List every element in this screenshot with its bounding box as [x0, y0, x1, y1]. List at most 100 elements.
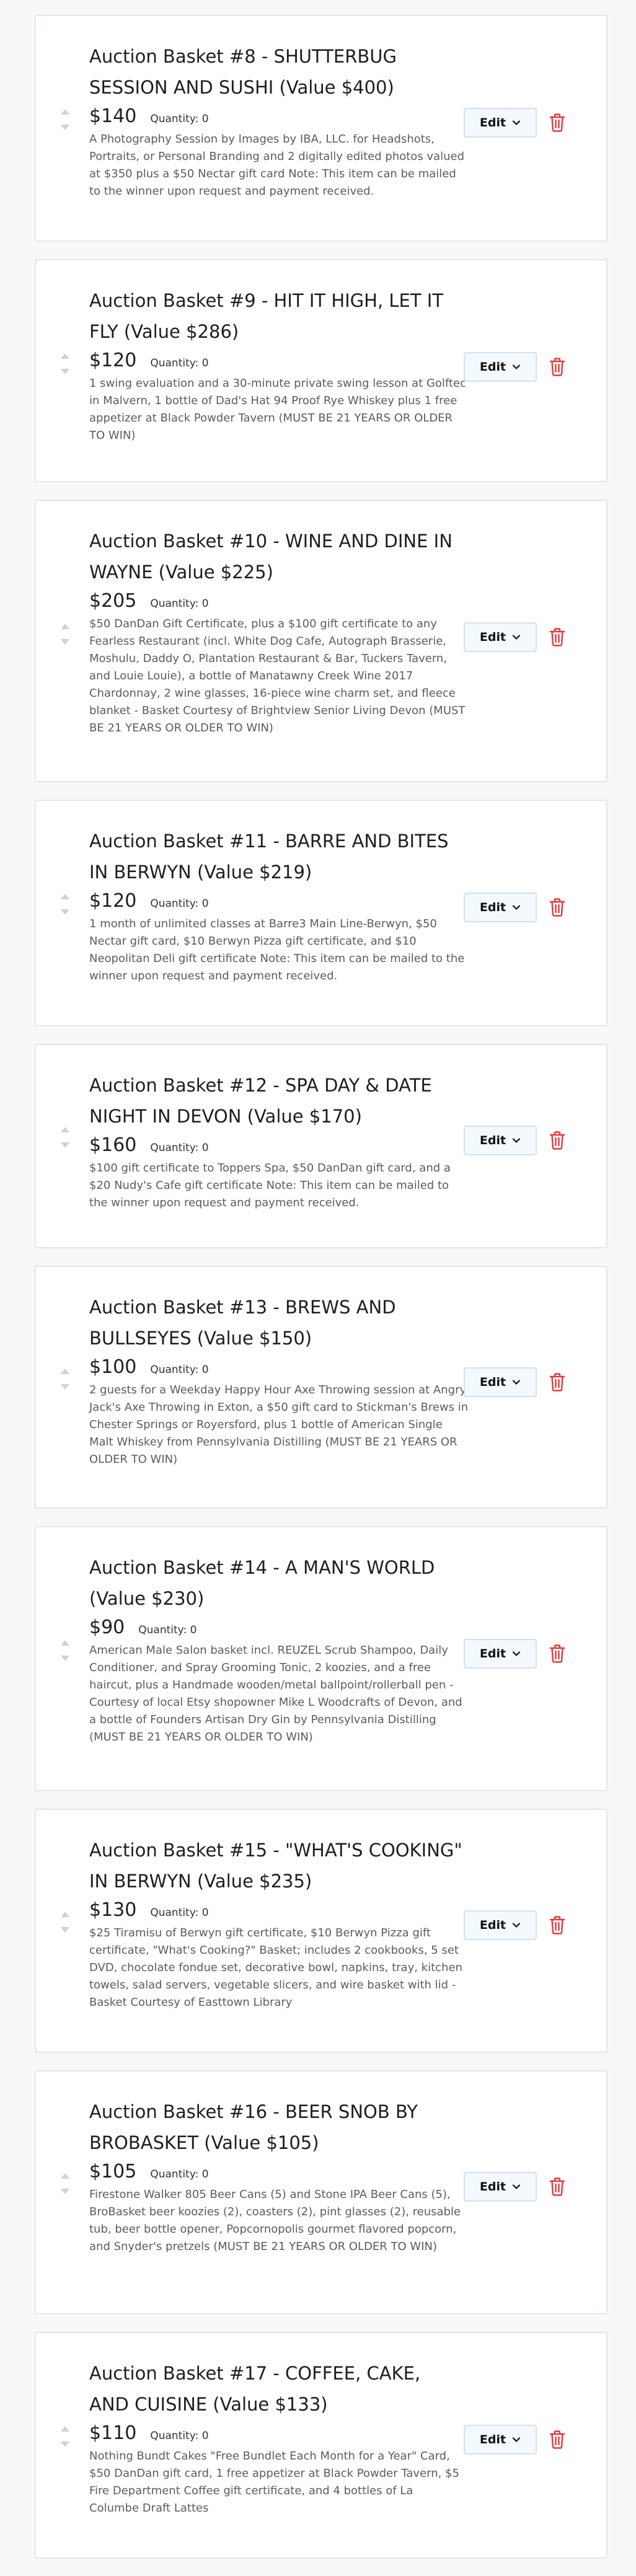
- item-quantity: Quantity: 0: [150, 113, 209, 125]
- item-price: $120: [89, 350, 137, 371]
- sort-down-icon[interactable]: [61, 125, 69, 130]
- edit-button-label: Edit: [479, 360, 506, 374]
- trash-icon[interactable]: [549, 1131, 566, 1150]
- item-meta: $110 Quantity: 0: [89, 2422, 461, 2444]
- edit-button[interactable]: Edit: [464, 1910, 537, 1940]
- item-price: $205: [89, 590, 137, 612]
- sort-up-icon[interactable]: [61, 1127, 69, 1132]
- item-title: Auction Basket #17 - COFFEE, CAKE, AND C…: [89, 2363, 421, 2415]
- item-description: A Photography Session by Images by IBA, …: [89, 133, 465, 198]
- item-description: $100 gift certificate to Toppers Spa, $5…: [89, 1162, 451, 1209]
- auction-item-card: Auction Basket #10 - WINE AND DINE IN WA…: [35, 500, 607, 782]
- item-details: Auction Basket #17 - COFFEE, CAKE, AND C…: [89, 2358, 461, 2517]
- item-title: Auction Basket #14 - A MAN'S WORLD (Valu…: [89, 1557, 435, 1609]
- item-meta: $90 Quantity: 0: [89, 1617, 469, 1638]
- item-details: Auction Basket #9 - HIT IT HIGH, LET IT …: [89, 285, 469, 444]
- reorder-handle[interactable]: [61, 2426, 69, 2455]
- sort-up-icon[interactable]: [61, 2173, 69, 2179]
- sort-up-icon[interactable]: [61, 2426, 69, 2432]
- edit-button[interactable]: Edit: [464, 1367, 537, 1397]
- auction-item-card: Auction Basket #8 - SHUTTERBUG SESSION A…: [35, 15, 607, 242]
- item-details: Auction Basket #12 - SPA DAY & DATE NIGH…: [89, 1070, 461, 1212]
- sort-up-icon[interactable]: [61, 624, 69, 629]
- reorder-handle[interactable]: [61, 894, 69, 922]
- edit-button-label: Edit: [479, 2433, 506, 2446]
- item-meta: $120 Quantity: 0: [89, 890, 469, 912]
- auction-item-card: Auction Basket #12 - SPA DAY & DATE NIGH…: [35, 1044, 607, 1248]
- item-description: $50 DanDan Gift Certificate, plus a $100…: [89, 617, 466, 734]
- item-quantity: Quantity: 0: [150, 1364, 209, 1376]
- sort-up-icon[interactable]: [61, 109, 69, 115]
- sort-down-icon[interactable]: [61, 369, 69, 374]
- reorder-handle[interactable]: [61, 624, 69, 652]
- item-title: Auction Basket #16 - BEER SNOB BY BROBAS…: [89, 2101, 418, 2153]
- edit-button-label: Edit: [479, 1375, 506, 1389]
- sort-up-icon[interactable]: [61, 1912, 69, 1917]
- reorder-handle[interactable]: [61, 1640, 69, 1669]
- edit-button-label: Edit: [479, 901, 506, 914]
- sort-down-icon[interactable]: [61, 2189, 69, 2194]
- sort-up-icon[interactable]: [61, 353, 69, 359]
- reorder-handle[interactable]: [61, 109, 69, 138]
- edit-button[interactable]: Edit: [464, 893, 537, 922]
- reorder-handle[interactable]: [61, 1369, 69, 1397]
- sort-down-icon[interactable]: [61, 1656, 69, 1661]
- reorder-handle[interactable]: [61, 1912, 69, 1940]
- item-meta: $205 Quantity: 0: [89, 590, 469, 612]
- edit-button[interactable]: Edit: [464, 2425, 537, 2455]
- trash-icon[interactable]: [549, 898, 566, 917]
- item-title: Auction Basket #11 - BARRE AND BITES IN …: [89, 831, 449, 883]
- reorder-handle[interactable]: [61, 2173, 69, 2202]
- item-details: Auction Basket #11 - BARRE AND BITES IN …: [89, 826, 469, 985]
- reorder-handle[interactable]: [61, 353, 69, 382]
- trash-icon[interactable]: [549, 357, 566, 377]
- edit-button[interactable]: Edit: [464, 2172, 537, 2202]
- edit-button-label: Edit: [479, 2180, 506, 2194]
- reorder-handle[interactable]: [61, 1127, 69, 1155]
- sort-up-icon[interactable]: [61, 1369, 69, 1374]
- sort-up-icon[interactable]: [61, 1640, 69, 1646]
- sort-down-icon[interactable]: [61, 1927, 69, 1933]
- item-description: American Male Salon basket incl. REUZEL …: [89, 1644, 462, 1744]
- trash-icon[interactable]: [549, 113, 566, 133]
- item-title: Auction Basket #13 - BREWS AND BULLSEYES…: [89, 1297, 396, 1349]
- item-quantity: Quantity: 0: [150, 2168, 209, 2181]
- item-description: 1 swing evaluation and a 30-minute priva…: [89, 377, 466, 442]
- edit-button[interactable]: Edit: [464, 108, 537, 138]
- trash-icon[interactable]: [549, 1372, 566, 1392]
- chevron-down-icon: [512, 1923, 521, 1928]
- item-quantity: Quantity: 0: [150, 898, 209, 910]
- edit-button[interactable]: Edit: [464, 1126, 537, 1155]
- item-quantity: Quantity: 0: [150, 1142, 209, 1154]
- sort-down-icon[interactable]: [61, 2441, 69, 2447]
- item-meta: $160 Quantity: 0: [89, 1134, 461, 1156]
- auction-item-card: Auction Basket #15 - "WHAT'S COOKING" IN…: [35, 1809, 607, 2053]
- sort-up-icon[interactable]: [61, 894, 69, 899]
- trash-icon[interactable]: [549, 1644, 566, 1664]
- sort-down-icon[interactable]: [61, 639, 69, 645]
- item-price: $100: [89, 1356, 137, 1378]
- item-quantity: Quantity: 0: [138, 1624, 197, 1636]
- chevron-down-icon: [512, 364, 521, 369]
- sort-down-icon[interactable]: [61, 1142, 69, 1148]
- item-meta: $100 Quantity: 0: [89, 1356, 469, 1378]
- trash-icon[interactable]: [549, 2430, 566, 2450]
- item-quantity: Quantity: 0: [150, 598, 209, 610]
- sort-down-icon[interactable]: [61, 909, 69, 915]
- sort-down-icon[interactable]: [61, 1384, 69, 1390]
- edit-button[interactable]: Edit: [464, 352, 537, 382]
- trash-icon[interactable]: [549, 1915, 566, 1935]
- item-price: $120: [89, 890, 137, 912]
- item-details: Auction Basket #14 - A MAN'S WORLD (Valu…: [89, 1552, 469, 1746]
- trash-icon[interactable]: [549, 2177, 566, 2197]
- edit-button-label: Edit: [479, 1134, 506, 1147]
- chevron-down-icon: [512, 2184, 521, 2189]
- edit-button[interactable]: Edit: [464, 622, 537, 652]
- chevron-down-icon: [512, 905, 521, 910]
- item-description: $25 Tiramisu of Berwyn gift certificate,…: [89, 1926, 462, 2009]
- item-meta: $140 Quantity: 0: [89, 105, 469, 127]
- item-title: Auction Basket #10 - WINE AND DINE IN WA…: [89, 531, 453, 583]
- trash-icon[interactable]: [549, 627, 566, 647]
- item-description: Nothing Bundt Cakes "Free Bundlet Each M…: [89, 2450, 459, 2515]
- edit-button[interactable]: Edit: [464, 1639, 537, 1669]
